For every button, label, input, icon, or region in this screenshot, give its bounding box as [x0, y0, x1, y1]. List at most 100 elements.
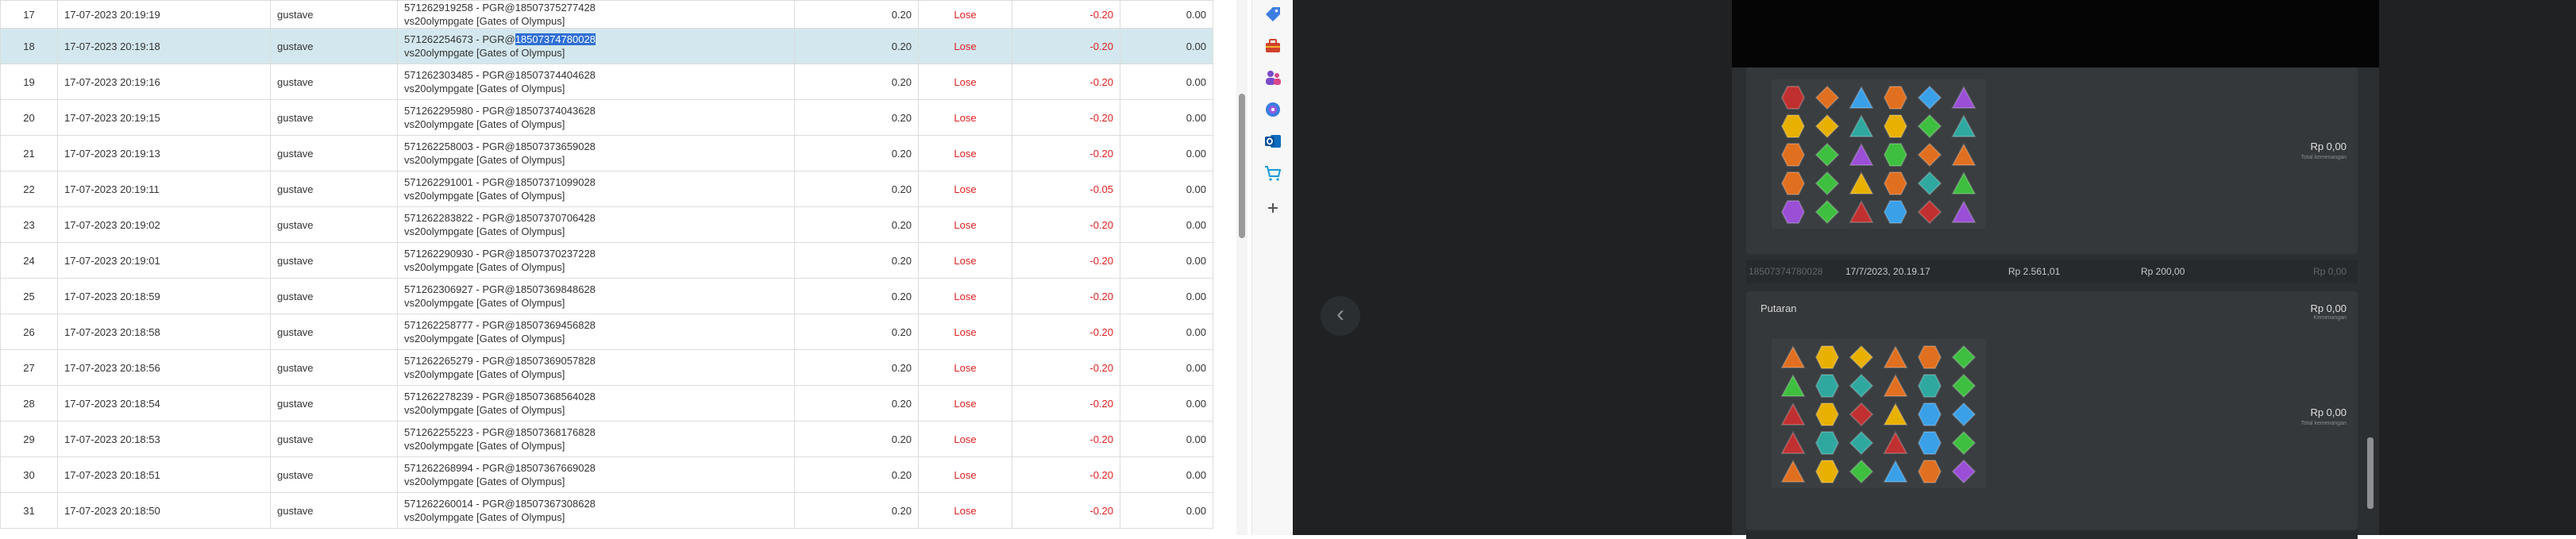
row-win-loss: -0.20	[1012, 28, 1120, 64]
shopping-cart-icon[interactable]	[1263, 164, 1282, 183]
round-win: Rp 0,00	[2312, 266, 2347, 277]
row-bet: 0.20	[794, 242, 919, 279]
copilot-icon[interactable]	[1263, 100, 1282, 119]
row-number: 26	[0, 314, 58, 350]
slot-symbol-icon	[1917, 171, 1942, 196]
slot-symbol-icon	[1849, 142, 1874, 166]
row-game: 571262265279 - PGR@18507369057828 vs20oly…	[397, 349, 795, 386]
slot-symbol-icon	[1883, 171, 1908, 195]
table-scrollbar-thumb[interactable]	[1239, 94, 1245, 238]
table-row[interactable]: 19 17-07-2023 20:19:16 gustave 571262303485…	[0, 64, 1213, 100]
row-extra: 0.00	[1120, 135, 1213, 171]
row-datetime: 17-07-2023 20:18:54	[57, 385, 271, 422]
row-win-loss: -0.20	[1012, 206, 1120, 243]
row-number: 17	[0, 0, 58, 29]
slot-symbol-icon	[1917, 431, 1942, 455]
row-bet: 0.20	[794, 492, 919, 529]
row-win-loss: -0.20	[1012, 99, 1120, 136]
round-time: 17/7/2023, 20.19.17	[1845, 266, 1930, 277]
row-result: Lose	[918, 314, 1012, 350]
slot-symbol-icon	[1951, 373, 1976, 398]
row-datetime: 17-07-2023 20:18:53	[57, 421, 271, 457]
row-bet: 0.20	[794, 0, 919, 29]
row-bet: 0.20	[794, 135, 919, 171]
row-number: 19	[0, 64, 58, 100]
row-number: 29	[0, 421, 58, 457]
round-balance: Rp 2.561,01	[2008, 266, 2061, 277]
row-game: 571262283822 - PGR@18507370706428 vs20oly…	[397, 206, 795, 243]
table-row[interactable]: 23 17-07-2023 20:19:02 gustave 571262283822…	[0, 206, 1213, 243]
slot-symbol-icon	[1883, 200, 1908, 224]
row-number: 28	[0, 385, 58, 422]
outlook-icon[interactable]	[1263, 132, 1282, 151]
slot-symbol-icon	[1917, 402, 1942, 426]
slot-symbol-icon	[1814, 374, 1840, 398]
slot-symbol-icon	[1951, 402, 1976, 427]
game-name-line: vs20olympgate [Gates of Olympus]	[404, 297, 565, 309]
history-scrollbar-thumb[interactable]	[2367, 437, 2374, 509]
table-scrollbar[interactable]	[1236, 0, 1248, 535]
row-username: gustave	[270, 349, 398, 386]
game-ref-text: 571262265279 - PGR@18507369057828	[404, 355, 596, 367]
table-row[interactable]: 31 17-07-2023 20:18:50 gustave 571262260014…	[0, 492, 1213, 529]
slot-symbol-icon	[1849, 85, 1874, 109]
game-video-area	[1732, 0, 2379, 67]
row-number: 30	[0, 456, 58, 493]
row-result: Lose	[918, 99, 1012, 136]
tag-icon[interactable]	[1263, 5, 1282, 24]
row-username: gustave	[270, 99, 398, 136]
table-row[interactable]: 18 17-07-2023 20:19:18 gustave 571262254673…	[0, 28, 1213, 64]
table-row[interactable]: 22 17-07-2023 20:19:11 gustave 571262291001…	[0, 171, 1213, 207]
row-win-loss: -0.20	[1012, 0, 1120, 29]
table-row[interactable]: 26 17-07-2023 20:18:58 gustave 571262258777…	[0, 314, 1213, 350]
slot-symbol-icon	[1917, 460, 1942, 483]
history-card-1: Rp 0,00 Total kemenangan	[1746, 67, 2358, 254]
row-game: 571262306927 - PGR@18507369848628 vs20oly…	[397, 278, 795, 314]
row-number: 20	[0, 99, 58, 136]
row-win-loss: -0.20	[1012, 492, 1120, 529]
game-name-line: vs20olympgate [Gates of Olympus]	[404, 404, 565, 416]
slot-symbol-icon	[1814, 402, 1840, 426]
game-name-line: vs20olympgate [Gates of Olympus]	[404, 190, 565, 202]
row-result: Lose	[918, 0, 1012, 29]
total-win-amount-2: Rp 0,00	[2310, 406, 2347, 418]
row-username: gustave	[270, 314, 398, 350]
row-bet: 0.20	[794, 314, 919, 350]
row-bet: 0.20	[794, 171, 919, 207]
row-game: 571262254673 - PGR@18507374780028 vs20oly…	[397, 28, 795, 64]
table-row[interactable]: 29 17-07-2023 20:18:53 gustave 571262255223…	[0, 421, 1213, 457]
table-row[interactable]: 17 17-07-2023 20:19:19 gustave 571262919258…	[0, 0, 1213, 29]
row-game: 571262291001 - PGR@18507371099028 vs20oly…	[397, 171, 795, 207]
table-row[interactable]: 24 17-07-2023 20:19:01 gustave 571262290930…	[0, 242, 1213, 279]
row-result: Lose	[918, 492, 1012, 529]
table-row[interactable]: 25 17-07-2023 20:18:59 gustave 571262306927…	[0, 278, 1213, 314]
row-datetime: 17-07-2023 20:18:51	[57, 456, 271, 493]
row-datetime: 17-07-2023 20:18:58	[57, 314, 271, 350]
game-ref-text: 571262306927 - PGR@18507369848628	[404, 283, 596, 295]
row-datetime: 17-07-2023 20:18:50	[57, 492, 271, 529]
round-meta-row[interactable]: 18507374780028 17/7/2023, 20.19.17 Rp 2.…	[1746, 260, 2358, 283]
people-icon[interactable]	[1263, 68, 1282, 87]
row-datetime: 17-07-2023 20:18:56	[57, 349, 271, 386]
round-id: 18507374780028	[1749, 266, 1823, 277]
row-win-loss: -0.20	[1012, 135, 1120, 171]
row-number: 24	[0, 242, 58, 279]
game-ref-text: 571262278239 - PGR@18507368564028	[404, 391, 596, 402]
table-row[interactable]: 21 17-07-2023 20:19:13 gustave 571262258003…	[0, 135, 1213, 171]
game-name-line: vs20olympgate [Gates of Olympus]	[404, 225, 565, 237]
table-row[interactable]: 28 17-07-2023 20:18:54 gustave 571262278239…	[0, 385, 1213, 422]
table-row[interactable]: 30 17-07-2023 20:18:51 gustave 571262268994…	[0, 456, 1213, 493]
previous-arrow-button[interactable]: ‹	[1321, 296, 1360, 336]
table-row[interactable]: 20 17-07-2023 20:19:15 gustave 571262295980…	[0, 99, 1213, 136]
game-ref-line: 571262268994 - PGR@18507367669028	[404, 461, 788, 475]
add-icon[interactable]	[1263, 198, 1282, 218]
game-ref-line: 571262303485 - PGR@18507374404628	[404, 68, 788, 82]
table-row[interactable]: 27 17-07-2023 20:18:56 gustave 571262265279…	[0, 349, 1213, 386]
game-ref-text: 571262255223 - PGR@18507368176828	[404, 426, 596, 438]
row-number: 27	[0, 349, 58, 386]
toolbox-icon[interactable]	[1263, 37, 1282, 56]
row-extra: 0.00	[1120, 64, 1213, 100]
game-history-panel: Rp 0,00 Total kemenangan 18507374780028 …	[1732, 67, 2379, 539]
game-ref-text: 571262290930 - PGR@18507370237228	[404, 248, 596, 260]
row-game: 571262919258 - PGR@18507375277428 vs20oly…	[397, 0, 795, 29]
